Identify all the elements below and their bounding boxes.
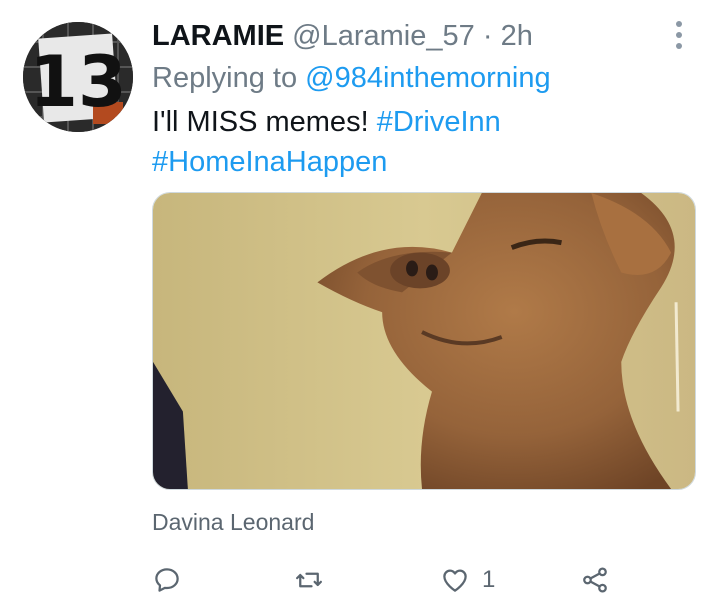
hashtag-link[interactable]: #HomeInaHappen	[152, 146, 387, 178]
like-count: 1	[482, 566, 496, 593]
tweet-actions: 1	[152, 558, 672, 602]
tweet-media-photo[interactable]	[152, 192, 696, 490]
display-name[interactable]: LARAMIE	[152, 20, 284, 52]
replying-to: Replying to @984inthemorning	[152, 58, 551, 98]
squinting-chihuahua-photo	[153, 193, 695, 489]
separator-dot: ·	[482, 20, 493, 52]
retweet-icon	[296, 572, 322, 588]
retweet-button[interactable]	[294, 558, 324, 602]
like-button[interactable]: 1	[440, 558, 495, 602]
replying-to-label: Replying to	[152, 62, 298, 94]
more-options-button[interactable]	[664, 18, 694, 52]
timestamp[interactable]: 2h	[501, 20, 533, 52]
avatar-image: 13	[23, 22, 133, 132]
more-vertical-icon	[676, 21, 682, 27]
heart-icon	[443, 569, 467, 592]
reply-icon	[155, 568, 179, 592]
reply-button[interactable]	[152, 558, 182, 602]
replying-to-user-link[interactable]: @984inthemorning	[305, 62, 550, 94]
share-icon	[583, 567, 607, 593]
avatar-number: 13	[29, 41, 126, 123]
hashtag-link[interactable]: #DriveInn	[377, 106, 501, 138]
user-handle[interactable]: @Laramie_57	[292, 20, 475, 52]
avatar[interactable]: 13	[23, 22, 133, 132]
share-button[interactable]	[580, 558, 610, 602]
tweet-header: LARAMIE @Laramie_57 · 2h	[152, 16, 533, 56]
tweet-body: I'll MISS memes!	[152, 106, 369, 138]
tweet-text: I'll MISS memes! #DriveInn #HomeInaHappe…	[152, 102, 692, 182]
attribution-label[interactable]: Davina Leonard	[152, 506, 314, 538]
